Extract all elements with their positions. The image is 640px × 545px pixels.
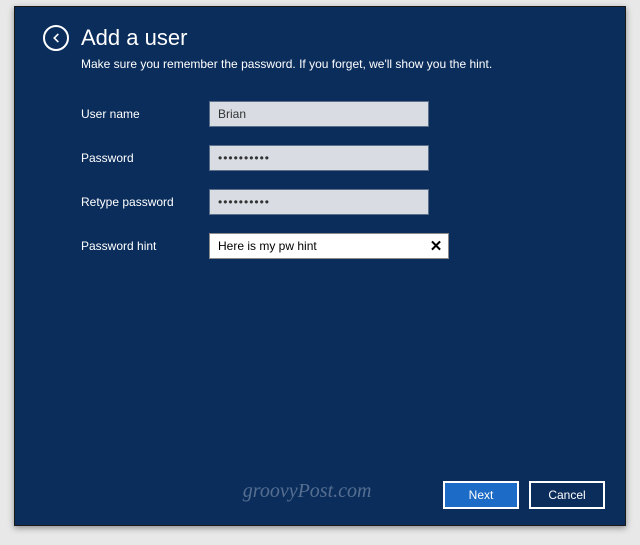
password-input[interactable] — [209, 145, 429, 171]
hint-label: Password hint — [81, 239, 209, 253]
username-input-wrap — [209, 101, 429, 127]
back-button[interactable] — [43, 25, 69, 51]
cancel-button[interactable]: Cancel — [529, 481, 605, 509]
next-button-label: Next — [469, 488, 494, 502]
footer-buttons: Next Cancel — [443, 481, 605, 509]
retype-password-input[interactable] — [209, 189, 429, 215]
password-input-wrap — [209, 145, 429, 171]
add-user-form: User name Password Retype password Passw… — [15, 91, 625, 259]
cancel-button-label: Cancel — [548, 488, 585, 502]
close-icon: ✕ — [430, 237, 443, 255]
add-user-window: Add a user Make sure you remember the pa… — [14, 6, 626, 526]
password-hint-input[interactable] — [210, 234, 424, 258]
retype-label: Retype password — [81, 195, 209, 209]
retype-row: Retype password — [81, 189, 597, 215]
password-row: Password — [81, 145, 597, 171]
username-row: User name — [81, 101, 597, 127]
hint-input-wrap: ✕ — [209, 233, 449, 259]
header: Add a user — [15, 7, 625, 59]
watermark: groovyPost.com — [243, 480, 372, 503]
page-title: Add a user — [81, 25, 187, 51]
clear-hint-button[interactable]: ✕ — [424, 234, 448, 258]
username-label: User name — [81, 107, 209, 121]
arrow-left-icon — [49, 31, 63, 45]
hint-row: Password hint ✕ — [81, 233, 597, 259]
page-subtitle: Make sure you remember the password. If … — [15, 57, 625, 91]
password-label: Password — [81, 151, 209, 165]
username-input[interactable] — [209, 101, 429, 127]
retype-input-wrap — [209, 189, 429, 215]
next-button[interactable]: Next — [443, 481, 519, 509]
